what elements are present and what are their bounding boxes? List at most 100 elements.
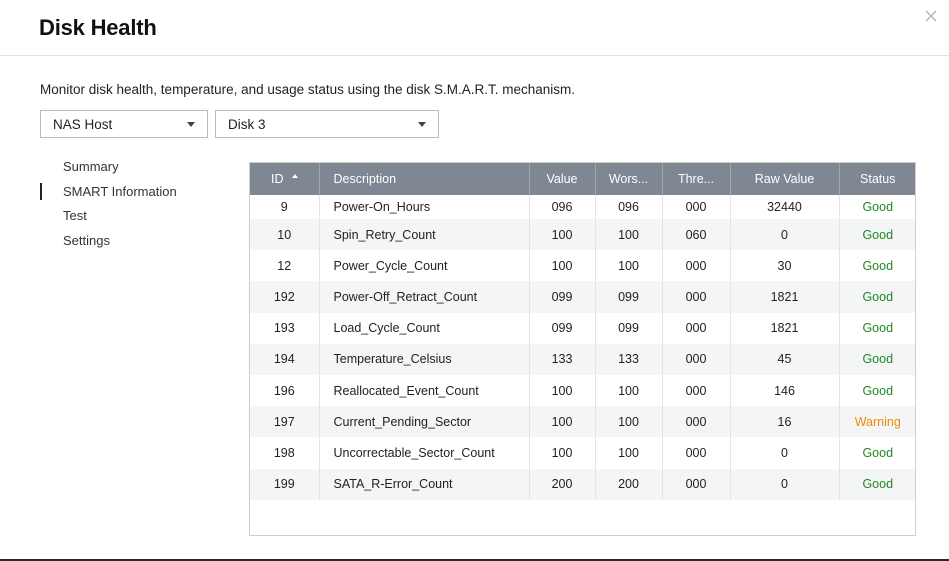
column-header-label: Description — [333, 172, 397, 186]
cell-description: Load_Cycle_Count — [319, 312, 530, 344]
cell-value: 099 — [529, 312, 596, 344]
column-header-worst[interactable]: Wors... — [595, 163, 663, 195]
cell-id: 10 — [250, 219, 320, 251]
table-row[interactable]: 193 Load_Cycle_Count 099 099 000 1821 Good — [250, 312, 915, 344]
table-row[interactable]: 194 Temperature_Celsius 133 133 000 45 Good — [250, 343, 915, 375]
cell-threshold: 060 — [662, 219, 731, 251]
column-header-value[interactable]: Value — [529, 163, 596, 195]
cell-raw: 146 — [730, 374, 840, 407]
chevron-down-icon — [187, 122, 195, 127]
column-header-label: Wors... — [608, 172, 649, 186]
cell-worst: 100 — [595, 437, 663, 469]
cell-value: 200 — [529, 468, 596, 500]
disk-select[interactable]: Disk 3 — [215, 110, 439, 138]
table-header-row: ID Description Value Wors... Thre... Raw Valu… — [250, 163, 915, 195]
cell-value: 100 — [529, 374, 596, 407]
cell-threshold: 000 — [662, 281, 731, 313]
table-row[interactable]: 192 Power-Off_Retract_Count 099 099 000 1821 G… — [250, 281, 915, 313]
table-row[interactable]: 9 Power-On_Hours 096 096 000 32440 Good — [250, 195, 915, 219]
status-badge: Good — [862, 258, 894, 273]
table-body: 9 Power-On_Hours 096 096 000 32440 Good 10 Spin_… — [250, 195, 915, 500]
status-badge: Good — [862, 445, 894, 460]
cell-value: 100 — [529, 406, 596, 438]
status-badge: Good — [862, 200, 894, 214]
cell-value: 100 — [529, 437, 596, 469]
column-header-label: Value — [546, 172, 578, 186]
cell-raw: 1821 — [730, 312, 840, 344]
cell-worst: 133 — [595, 343, 663, 375]
host-select[interactable]: NAS Host — [40, 110, 208, 138]
cell-id: 198 — [250, 437, 320, 469]
cell-id: 9 — [250, 195, 320, 219]
status-badge: Warning — [854, 414, 901, 429]
nav-item-smart-information[interactable]: SMART Information — [40, 182, 177, 208]
nav-item-settings[interactable]: Settings — [40, 232, 177, 257]
cell-worst: 099 — [595, 281, 663, 313]
cell-raw: 30 — [730, 250, 840, 282]
sort-ascending-icon — [291, 174, 298, 178]
nav-item-test[interactable]: Test — [40, 207, 177, 232]
cell-worst: 100 — [595, 406, 663, 438]
status-badge: Good — [862, 321, 894, 336]
cell-threshold: 000 — [662, 195, 731, 219]
cell-id: 194 — [250, 343, 320, 375]
host-select-value: NAS Host — [53, 117, 113, 132]
cell-description: Temperature_Celsius — [319, 343, 530, 375]
column-header-label: Raw Value — [754, 172, 815, 186]
status-badge: Good — [862, 227, 894, 242]
cell-raw: 0 — [730, 437, 840, 469]
dialog-title: Disk Health — [39, 15, 157, 40]
cell-threshold: 000 — [662, 437, 731, 469]
status-badge: Good — [862, 383, 894, 398]
column-header-description[interactable]: Description — [319, 163, 530, 195]
cell-id: 196 — [250, 374, 320, 407]
column-header-threshold[interactable]: Thre... — [662, 163, 731, 195]
column-header-label: Thre... — [677, 172, 715, 186]
cell-raw: 0 — [730, 468, 840, 500]
status-badge: Good — [862, 477, 894, 492]
column-header-raw[interactable]: Raw Value — [730, 163, 840, 195]
cell-description: Power-On_Hours — [319, 195, 530, 219]
cell-id: 193 — [250, 312, 320, 344]
cell-raw: 32440 — [730, 195, 840, 219]
column-header-label: Status — [860, 172, 896, 186]
table-row[interactable]: 12 Power_Cycle_Count 100 100 000 30 Good — [250, 250, 915, 282]
column-header-id[interactable]: ID — [250, 163, 320, 195]
cell-worst: 200 — [595, 468, 663, 500]
table-row[interactable]: 196 Reallocated_Event_Count 100 100 000 146 Go… — [250, 374, 915, 407]
table-row[interactable]: 198 Uncorrectable_Sector_Count 100 100 000 0 G… — [250, 437, 915, 469]
table-row[interactable]: 197 Current_Pending_Sector 100 100 000 16 Warn… — [250, 406, 915, 438]
cell-id: 197 — [250, 406, 320, 438]
close-icon[interactable] — [923, 8, 939, 24]
chevron-down-icon — [418, 122, 426, 127]
cell-threshold: 000 — [662, 374, 731, 407]
cell-raw: 45 — [730, 343, 840, 375]
column-header-status[interactable]: Status — [839, 163, 915, 195]
table-row[interactable]: 10 Spin_Retry_Count 100 100 060 0 Good — [250, 219, 915, 251]
cell-description: Power_Cycle_Count — [319, 250, 530, 282]
side-nav: Summary SMART Information Test Settings — [40, 158, 177, 256]
cell-value: 099 — [529, 281, 596, 313]
cell-value: 096 — [529, 195, 596, 219]
cell-raw: 1821 — [730, 281, 840, 313]
cell-threshold: 000 — [662, 250, 731, 282]
cell-worst: 100 — [595, 374, 663, 407]
cell-description: Uncorrectable_Sector_Count — [319, 437, 530, 469]
cell-id: 192 — [250, 281, 320, 313]
cell-description: Spin_Retry_Count — [319, 219, 530, 251]
dialog-header: Disk Health — [0, 0, 949, 56]
cell-id: 199 — [250, 468, 320, 500]
table-row[interactable]: 199 SATA_R-Error_Count 200 200 000 0 Good — [250, 468, 915, 500]
cell-threshold: 000 — [662, 312, 731, 344]
cell-raw: 0 — [730, 219, 840, 251]
nav-item-summary[interactable]: Summary — [40, 158, 177, 183]
smart-table: ID Description Value Wors... Thre... Raw Valu… — [249, 162, 916, 536]
cell-worst: 100 — [595, 250, 663, 282]
cell-value: 100 — [529, 250, 596, 282]
status-badge: Good — [862, 289, 894, 304]
dialog-description: Monitor disk health, temperature, and us… — [40, 82, 576, 97]
cell-description: Current_Pending_Sector — [319, 406, 530, 438]
cell-raw: 16 — [730, 406, 840, 438]
status-badge: Good — [862, 352, 894, 367]
cell-id: 12 — [250, 250, 320, 282]
